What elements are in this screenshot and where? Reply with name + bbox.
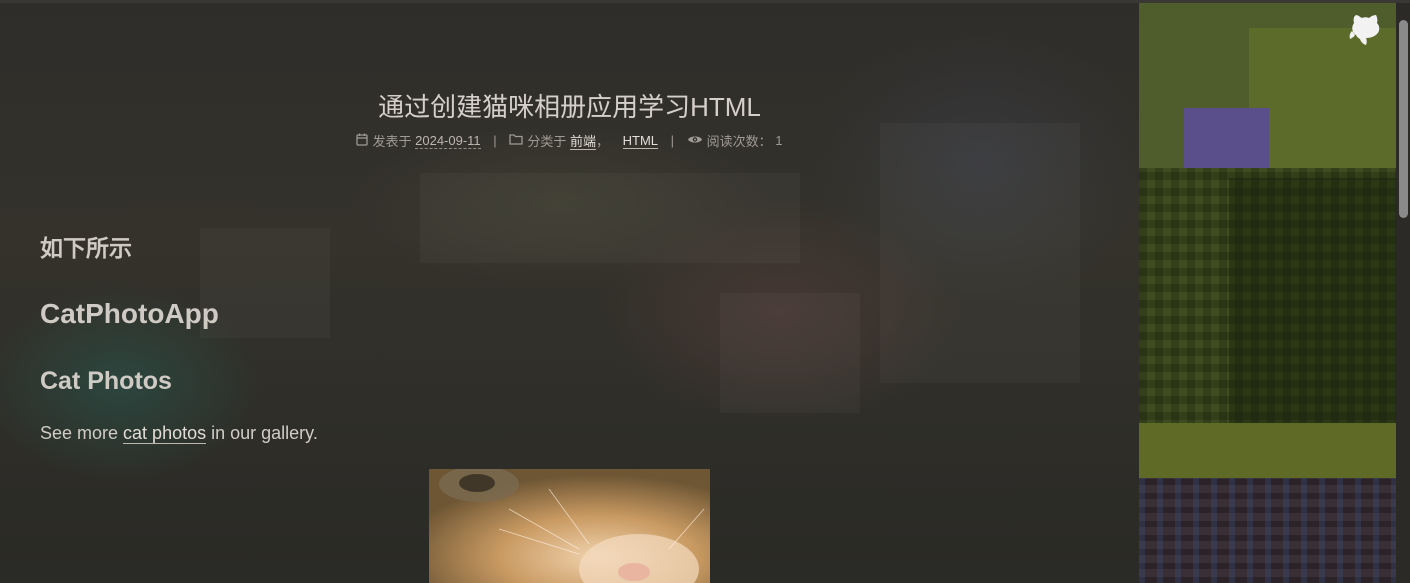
photos-heading: Cat Photos (40, 367, 172, 395)
category-label: 分类于 (527, 134, 567, 149)
app-heading: CatPhotoApp (40, 298, 219, 329)
posted-date[interactable]: 2024-09-11 (415, 133, 481, 149)
post-meta: 发表于 2024-09-11 | 分类于 前端， HTML | 阅读次数： 1 (0, 131, 1139, 150)
folder-icon (509, 133, 523, 148)
cat-photos-link[interactable]: cat photos (123, 423, 207, 444)
category-link-frontend[interactable]: 前端 (569, 134, 596, 150)
cat-image[interactable] (429, 469, 710, 583)
eye-icon (687, 133, 703, 148)
para-text-after: in our gallery. (206, 423, 318, 443)
calendar-icon (356, 133, 369, 149)
scrollbar-thumb[interactable] (1399, 20, 1408, 218)
posted-label: 发表于 (372, 134, 412, 149)
category-separator: ， (595, 134, 609, 149)
meta-separator: | (493, 133, 497, 148)
category-link-html[interactable]: HTML (622, 133, 658, 149)
post-article: 通过创建猫咪相册应用学习HTML 发表于 2024-09-11 | 分类于 前端… (0, 3, 1139, 583)
background-art-right (1139, 3, 1396, 583)
github-icon (1349, 15, 1380, 45)
views-count: 1 (775, 133, 783, 148)
window-top-border (0, 0, 1410, 3)
post-title[interactable]: 通过创建猫咪相册应用学习HTML (0, 87, 1139, 124)
meta-separator: | (670, 133, 675, 148)
github-corner-link[interactable] (1330, 3, 1396, 59)
para-text-before: See more (40, 423, 124, 443)
gallery-paragraph: See more cat photos in our gallery. (40, 423, 318, 444)
views-label: 阅读次数： (706, 134, 772, 149)
intro-heading: 如下所示 (40, 235, 132, 261)
